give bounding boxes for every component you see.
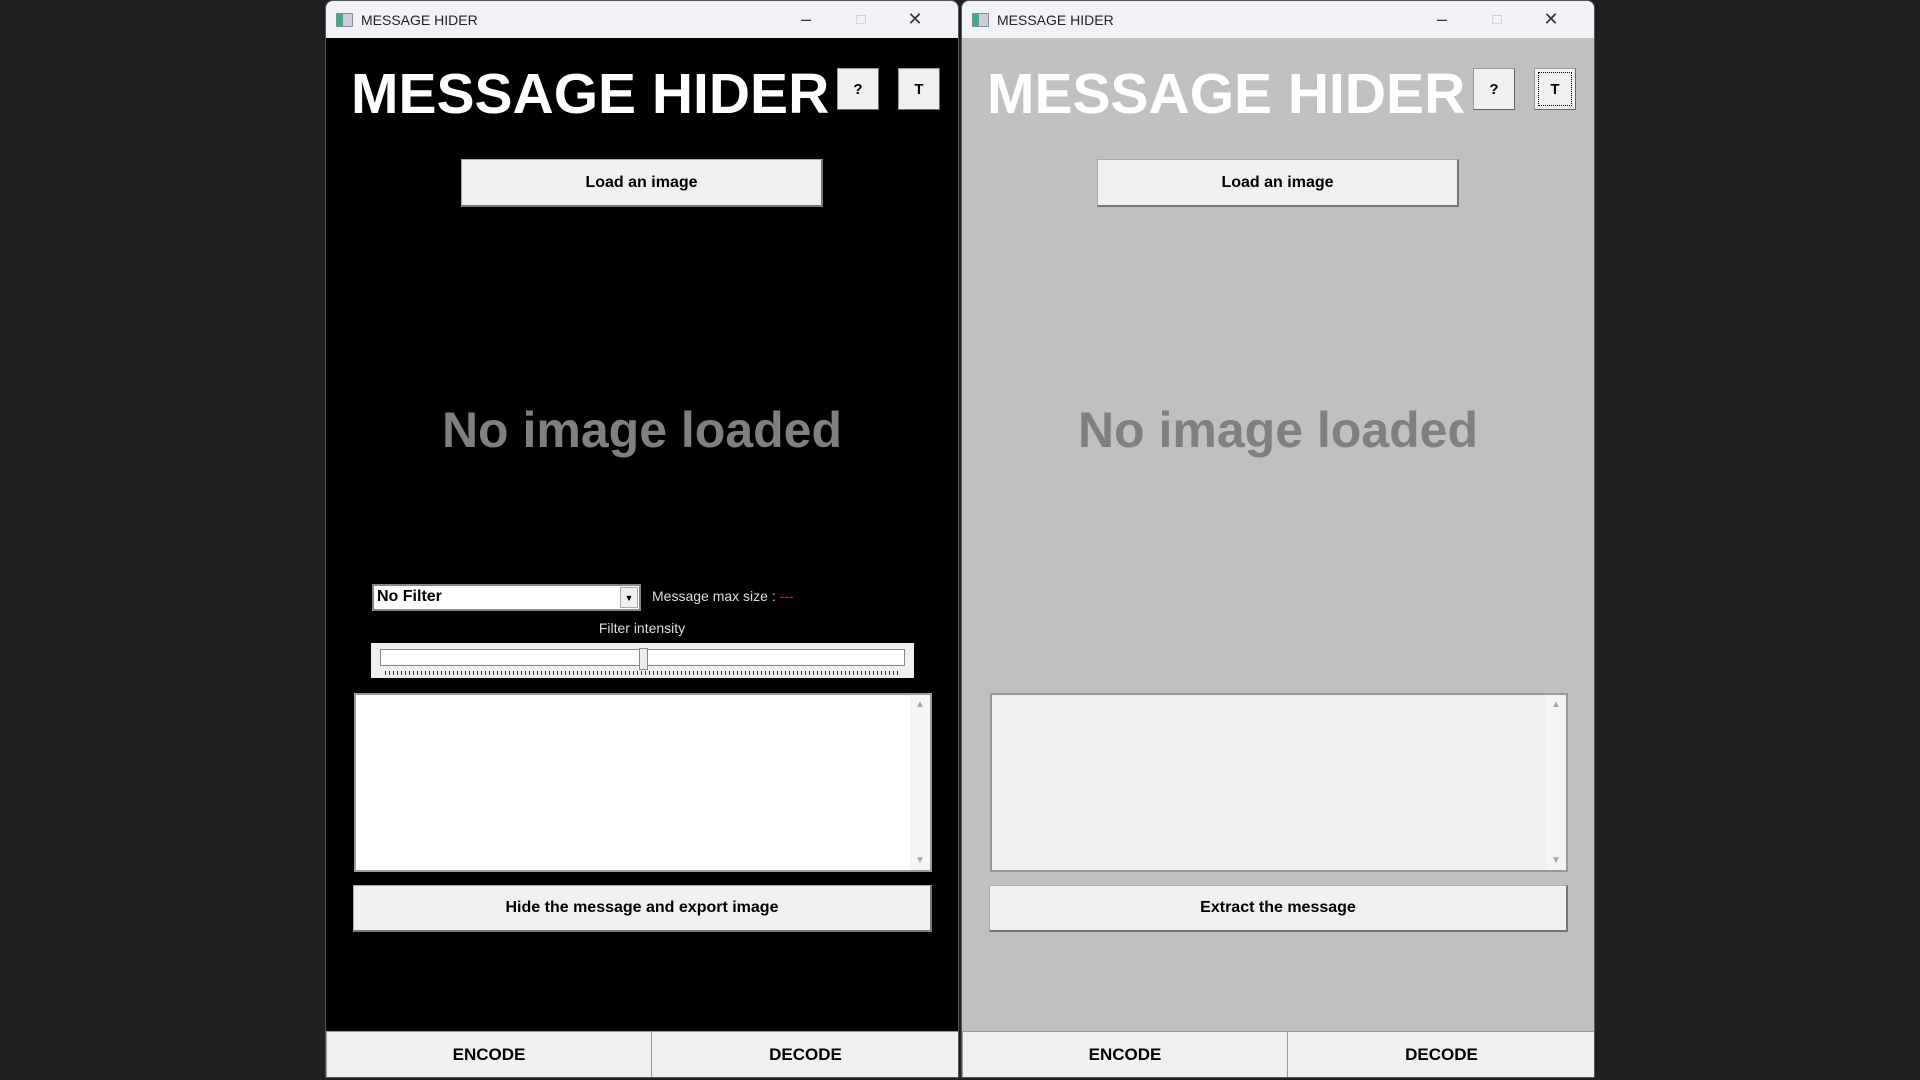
minimize-icon[interactable]: – <box>1415 1 1469 38</box>
app-title: MESSAGE HIDER <box>351 62 830 126</box>
extract-message-button[interactable]: Extract the message <box>989 885 1568 932</box>
image-placeholder: No image loaded <box>441 402 843 458</box>
scroll-up-icon[interactable]: ▲ <box>915 699 925 710</box>
minimize-icon[interactable]: – <box>779 1 833 38</box>
maximize-icon[interactable]: □ <box>1470 1 1524 38</box>
load-image-button[interactable]: Load an image <box>461 159 823 207</box>
max-size-value: --- <box>779 588 794 604</box>
scrollbar[interactable]: ▲ ▼ <box>910 695 930 870</box>
close-icon[interactable]: ✕ <box>1524 1 1578 38</box>
scroll-up-icon[interactable]: ▲ <box>1551 699 1561 710</box>
chevron-down-icon[interactable]: ▼ <box>620 587 638 608</box>
help-button[interactable]: ? <box>1473 68 1515 110</box>
hide-export-button[interactable]: Hide the message and export image <box>353 885 932 932</box>
message-textarea[interactable]: ▲ ▼ <box>354 693 932 872</box>
filter-select[interactable]: No Filter ▼ <box>372 584 641 611</box>
title-bar: MESSAGE HIDER – □ ✕ <box>962 1 1594 38</box>
window-title: MESSAGE HIDER <box>997 11 1114 28</box>
encode-window: MESSAGE HIDER – □ ✕ MESSAGE HIDER ? T Lo… <box>325 0 959 1078</box>
message-output-textarea[interactable]: ▲ ▼ <box>990 693 1568 872</box>
app-title: MESSAGE HIDER <box>987 62 1466 126</box>
tab-encode[interactable]: ENCODE <box>326 1031 652 1077</box>
image-placeholder: No image loaded <box>1077 402 1479 458</box>
title-bar: MESSAGE HIDER – □ ✕ <box>326 1 958 38</box>
filter-select-value: No Filter <box>377 588 442 605</box>
window-title: MESSAGE HIDER <box>361 11 478 28</box>
app-icon <box>972 12 989 27</box>
maximize-icon[interactable]: □ <box>834 1 888 38</box>
help-button[interactable]: ? <box>837 68 879 110</box>
filter-intensity-slider[interactable] <box>371 643 914 678</box>
scroll-down-icon[interactable]: ▼ <box>1551 855 1561 866</box>
close-icon[interactable]: ✕ <box>888 1 942 38</box>
tab-decode[interactable]: DECODE <box>1287 1031 1594 1077</box>
slider-thumb[interactable] <box>638 648 648 670</box>
app-icon <box>336 12 353 27</box>
theme-button[interactable]: T <box>898 68 940 110</box>
message-max-size: Message max size : --- <box>652 588 794 604</box>
theme-button[interactable]: T <box>1534 68 1576 110</box>
slider-ticks <box>385 671 900 675</box>
decode-window: MESSAGE HIDER – □ ✕ MESSAGE HIDER ? T Lo… <box>961 0 1595 1078</box>
tab-decode[interactable]: DECODE <box>651 1031 958 1077</box>
tab-encode[interactable]: ENCODE <box>962 1031 1288 1077</box>
scrollbar[interactable]: ▲ ▼ <box>1546 695 1566 870</box>
scroll-down-icon[interactable]: ▼ <box>915 855 925 866</box>
max-size-label: Message max size : <box>652 588 776 604</box>
filter-intensity-label: Filter intensity <box>598 620 686 636</box>
load-image-button[interactable]: Load an image <box>1097 159 1459 207</box>
